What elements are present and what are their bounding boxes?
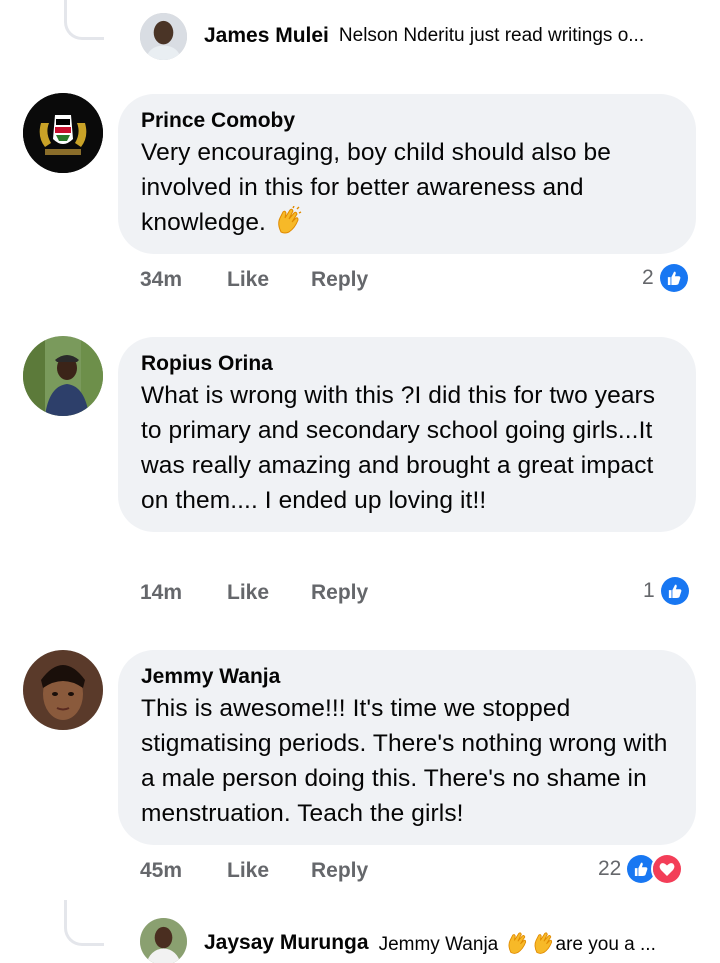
comment-timestamp[interactable]: 14m [140,581,227,605]
like-button[interactable]: Like [227,859,311,883]
clapping-hands-icon [504,930,530,956]
like-reaction-icon [658,575,691,607]
comment-text: This is awesome!!! It's time we stopped … [141,695,668,827]
comment-actions: 14m Like Reply [140,581,368,605]
reply-author-name[interactable]: James Mulei [204,24,329,48]
reaction-count: 22 [598,857,622,880]
comment-actions: 45m Like Reply [140,859,368,883]
comment-bubble[interactable]: Ropius Orina What is wrong with this ?I … [118,337,696,532]
thread-connector-top [64,0,104,40]
reply-preview-text: are you a ... [555,934,656,955]
love-reaction-icon [651,853,684,885]
comment-timestamp[interactable]: 45m [140,859,227,883]
jemmy-wanja-avatar-icon [23,650,103,730]
clapping-hands-icon [273,205,303,236]
reply-preview[interactable]: Nelson Nderitu just read writings o... [339,25,644,47]
avatar[interactable] [23,336,103,416]
reply-button[interactable]: Reply [311,268,368,292]
comment-author-name[interactable]: Prince Comoby [141,107,674,135]
reply-row-top[interactable]: James Mulei Nelson Nderitu just read wri… [140,24,644,48]
comment-author-name[interactable]: Jemmy Wanja [141,663,674,691]
comment-text: What is wrong with this ?I did this for … [141,382,656,514]
comment-timestamp[interactable]: 34m [140,268,227,292]
reply-button[interactable]: Reply [311,581,368,605]
avatar[interactable] [23,93,103,173]
clapping-hands-icon [530,930,556,956]
reply-row-bottom[interactable]: Jaysay Murunga Jemmy Wanja are you a ... [140,930,656,956]
comment-text: Very encouraging, boy child should also … [141,135,674,240]
comment-author-name[interactable]: Ropius Orina [141,350,674,378]
comment-bubble[interactable]: Jemmy Wanja This is awesome!!! It's time… [118,650,696,845]
reaction-count: 2 [642,266,654,289]
thread-connector-bottom [64,900,104,946]
like-button[interactable]: Like [227,268,311,292]
reaction-count: 1 [643,579,655,602]
comment-actions: 34m Like Reply [140,268,368,292]
reaction-summary[interactable]: 22 [598,853,684,885]
reply-author-name[interactable]: Jaysay Murunga [204,931,369,955]
like-reaction-icon [657,262,690,294]
reaction-summary[interactable]: 1 [643,575,691,607]
mention-link[interactable]: Jemmy Wanja [379,934,499,955]
ropius-orina-avatar-icon [23,336,103,416]
coat-of-arms-avatar-icon [23,93,103,173]
reaction-summary[interactable]: 2 [642,262,690,294]
reply-button[interactable]: Reply [311,859,368,883]
comment-bubble[interactable]: Prince Comoby Very encouraging, boy chil… [118,94,696,254]
like-button[interactable]: Like [227,581,311,605]
avatar[interactable] [23,650,103,730]
reply-preview[interactable]: Jemmy Wanja are you a ... [379,930,656,956]
comment-text-body: Very encouraging, boy child should also … [141,139,612,236]
